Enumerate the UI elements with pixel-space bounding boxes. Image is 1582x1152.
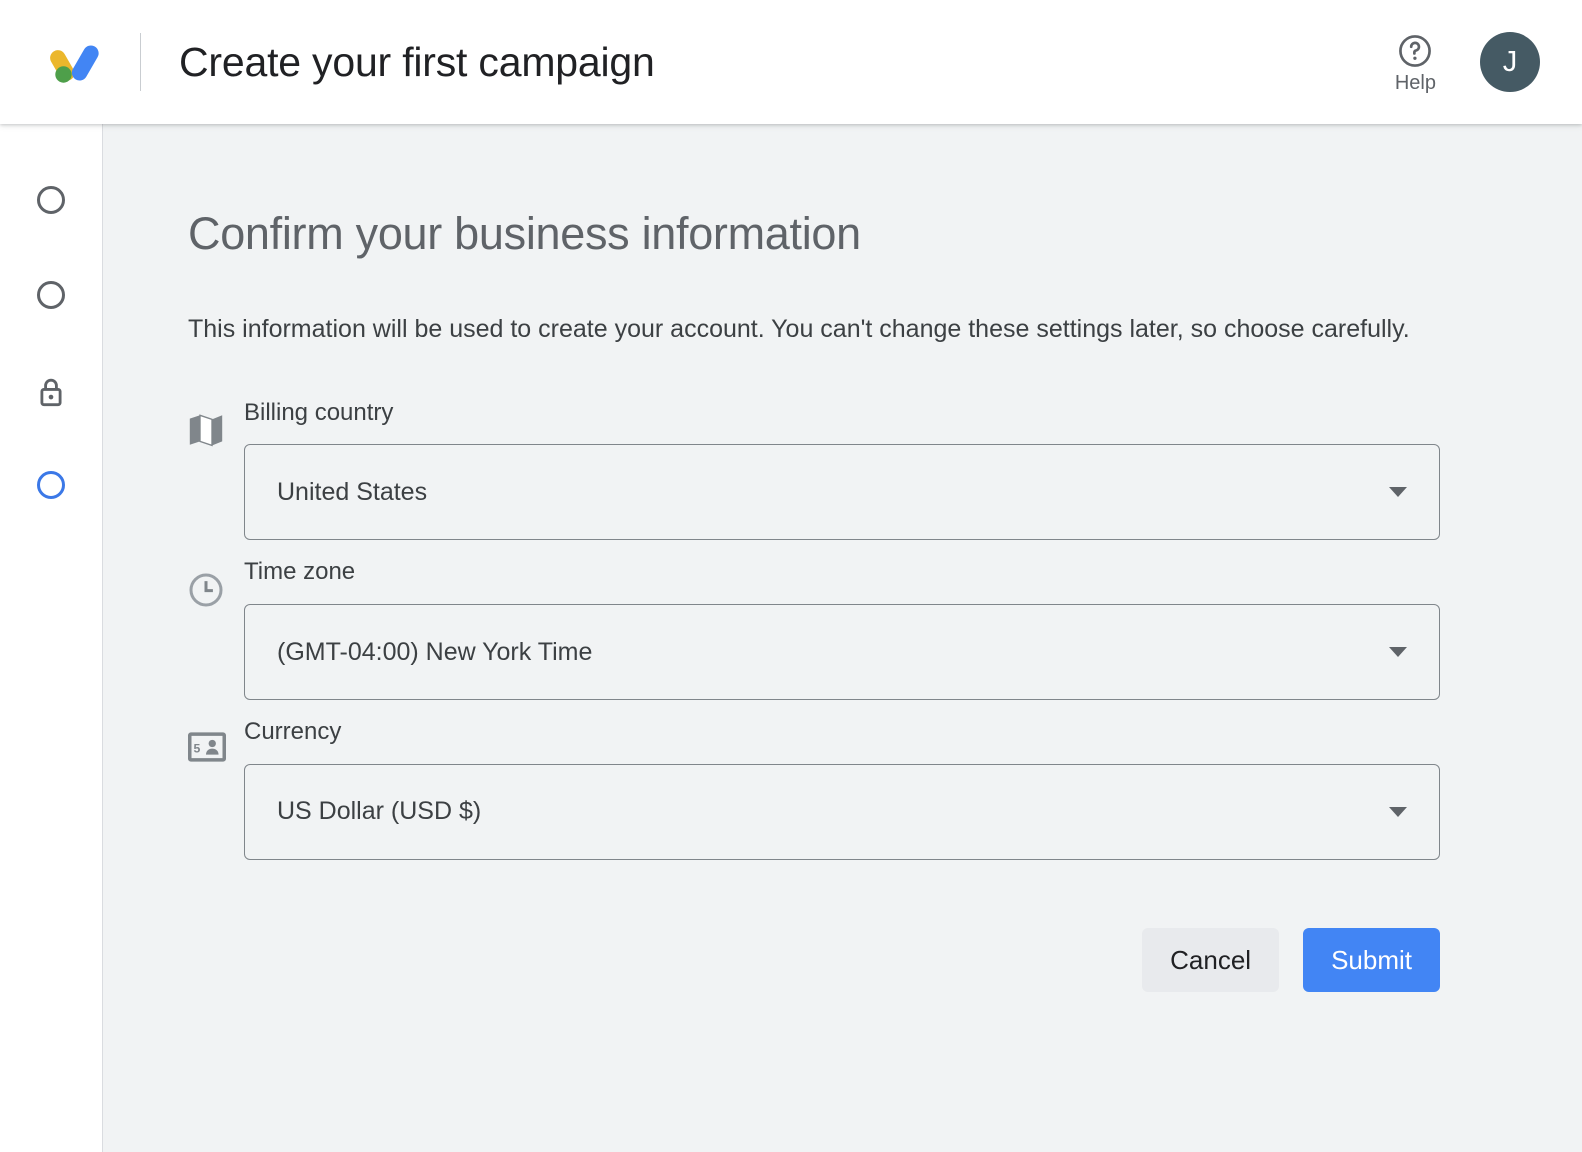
app-root: Create your first campaign Help J Confir… xyxy=(0,0,1582,1152)
field-time-zone: Time zone (GMT-04:00) New York Time xyxy=(188,558,1582,701)
sidebar-step-3-locked[interactable] xyxy=(0,376,102,471)
header-divider xyxy=(140,33,141,91)
currency-select[interactable]: US Dollar (USD $) xyxy=(244,763,1440,860)
time-zone-value: (GMT-04:00) New York Time xyxy=(277,637,593,666)
svg-text:5: 5 xyxy=(194,741,201,755)
field-label: Billing country xyxy=(244,398,394,426)
field-icon-wrapper xyxy=(188,558,244,608)
sidebar-step-1[interactable] xyxy=(0,186,102,281)
field-body: Time zone (GMT-04:00) New York Time xyxy=(244,558,1440,701)
page-title: Create your first campaign xyxy=(179,38,655,85)
help-button[interactable]: Help xyxy=(1395,32,1436,93)
lock-icon xyxy=(40,378,62,407)
chevron-down-icon xyxy=(1389,487,1407,498)
circle-icon xyxy=(37,281,65,309)
clock-icon xyxy=(189,573,223,607)
field-currency: 5 Currency US Dollar (USD $) xyxy=(188,718,1582,860)
time-zone-select[interactable]: (GMT-04:00) New York Time xyxy=(244,604,1440,701)
chevron-down-icon xyxy=(1389,806,1407,817)
circle-icon xyxy=(37,471,65,499)
field-billing-country: Billing country United States xyxy=(188,399,1582,541)
cancel-button[interactable]: Cancel xyxy=(1142,927,1280,992)
map-icon xyxy=(189,413,223,446)
currency-value: US Dollar (USD $) xyxy=(277,797,482,826)
money-icon: 5 xyxy=(188,732,226,762)
avatar[interactable]: J xyxy=(1480,32,1540,92)
help-circle-icon xyxy=(1399,34,1432,67)
progress-stepper xyxy=(0,124,103,1152)
chevron-down-icon xyxy=(1389,647,1407,658)
sidebar-step-4-active[interactable] xyxy=(0,471,102,566)
circle-icon xyxy=(37,186,65,214)
field-icon-wrapper xyxy=(188,399,244,447)
google-ads-logo[interactable] xyxy=(44,31,106,93)
help-label: Help xyxy=(1394,71,1436,94)
field-body: Currency US Dollar (USD $) xyxy=(244,718,1440,860)
google-ads-logo-icon xyxy=(50,45,99,83)
body-row: Confirm your business information This i… xyxy=(0,124,1582,1152)
field-label: Time zone xyxy=(244,558,356,586)
field-body: Billing country United States xyxy=(244,399,1440,541)
field-label: Currency xyxy=(244,718,342,746)
app-header: Create your first campaign Help J xyxy=(0,0,1582,124)
submit-button[interactable]: Submit xyxy=(1303,927,1440,992)
sidebar-step-2[interactable] xyxy=(0,281,102,376)
form-actions: Cancel Submit xyxy=(188,927,1440,992)
billing-country-select[interactable]: United States xyxy=(244,444,1440,541)
field-icon-wrapper: 5 xyxy=(188,718,244,762)
section-description: This information will be used to create … xyxy=(188,314,1410,343)
section-heading: Confirm your business information xyxy=(188,208,861,259)
main-content: Confirm your business information This i… xyxy=(103,124,1582,1152)
billing-country-value: United States xyxy=(277,477,428,506)
